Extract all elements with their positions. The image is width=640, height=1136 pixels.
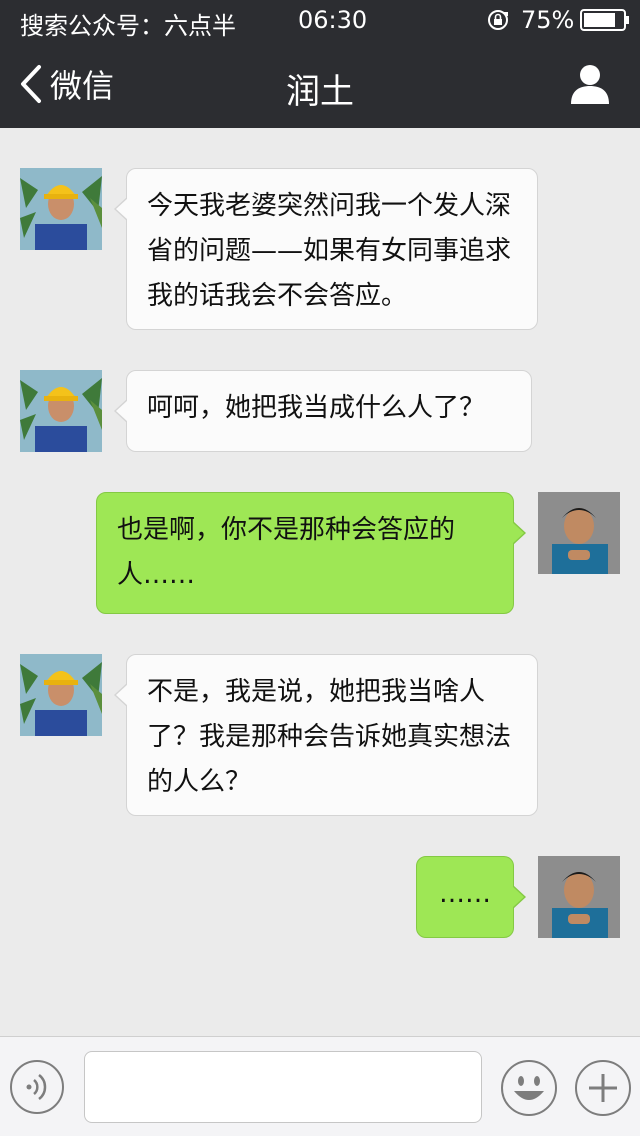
battery-percent: 75% [521, 6, 575, 34]
my-avatar[interactable] [538, 492, 620, 574]
battery-icon [580, 9, 629, 31]
chat-title: 润土 [286, 72, 354, 112]
contact-avatar[interactable] [20, 370, 102, 452]
rotation-lock-icon [488, 10, 508, 30]
status-time: 06:30 [298, 6, 368, 34]
input-bar [0, 1036, 640, 1136]
message-bubble-incoming[interactable]: 不是，我是说，她把我当啥人了？我是那种会告诉她真实想法的人么？ [114, 654, 538, 816]
contact-avatar[interactable] [20, 654, 102, 736]
message-bubble-outgoing[interactable]: …… [416, 856, 526, 938]
status-carrier-text: 搜索公众号：六点半 [20, 12, 236, 40]
message-bubble-incoming[interactable]: 今天我老婆突然问我一个发人深省的问题——如果有女同事追求我的话我会不会答应。 [114, 168, 538, 330]
top-header: 搜索公众号：六点半 06:30 75% 微信 润土 [0, 0, 640, 128]
my-avatar[interactable] [538, 856, 620, 938]
person-icon[interactable] [568, 62, 612, 106]
plus-icon[interactable] [574, 1059, 632, 1117]
contact-avatar[interactable] [20, 168, 102, 250]
status-bar: 搜索公众号：六点半 06:30 75% [0, 0, 640, 40]
voice-icon[interactable] [9, 1059, 65, 1115]
message-bubble-outgoing[interactable]: 也是啊，你不是那种会答应的人…… [96, 492, 526, 614]
message-input[interactable] [84, 1051, 482, 1123]
emoji-icon[interactable] [500, 1059, 558, 1117]
message-bubble-incoming[interactable]: 呵呵，她把我当成什么人了？ [114, 370, 532, 452]
nav-bar: 微信 润土 [0, 40, 640, 128]
